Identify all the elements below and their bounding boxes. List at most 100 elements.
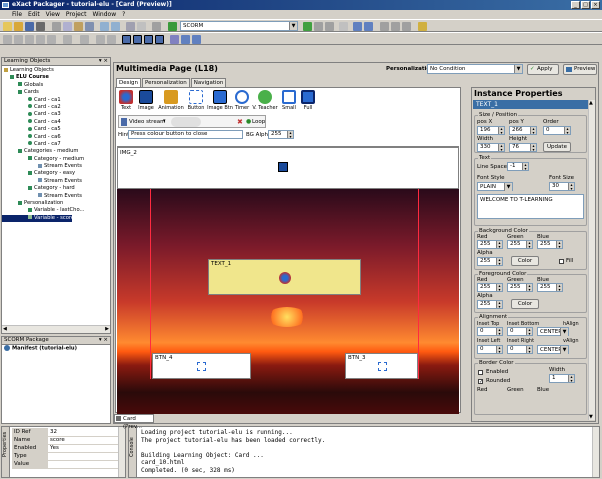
small-component[interactable]: Small — [280, 90, 298, 111]
save-icon[interactable] — [25, 22, 34, 31]
personalization-combo[interactable]: No Condition ▼ — [427, 64, 523, 74]
bg-red-input[interactable]: 255 ▴ ▾ — [477, 240, 503, 249]
distribute-icon[interactable] — [63, 35, 72, 44]
close-button[interactable]: × — [591, 1, 600, 9]
property-row[interactable]: Type — [12, 452, 118, 461]
width-input[interactable]: 330 ▴ ▾ — [477, 143, 505, 152]
redo-icon[interactable] — [111, 22, 120, 31]
property-row[interactable]: ID Ref 32 — [12, 428, 118, 437]
tree-item-personalization[interactable]: Personalization — [2, 200, 110, 207]
inset-left-input[interactable]: 0 ▴ ▾ — [477, 345, 503, 354]
tree-item-manifest[interactable]: Manifest (tutorial-elu) — [2, 345, 110, 352]
web-icon[interactable] — [391, 22, 400, 31]
arrow-right-icon[interactable] — [364, 22, 373, 31]
height-input[interactable]: 76 ▴ ▾ — [509, 143, 537, 152]
font-style-select[interactable]: PLAIN ▼ — [477, 182, 513, 191]
tree-item-root[interactable]: Learning Objects — [2, 67, 110, 74]
line-space-input[interactable]: -1 ▴ ▾ — [507, 162, 529, 171]
scorm-icon[interactable] — [168, 22, 177, 31]
tools-icon[interactable] — [402, 22, 411, 31]
undo-icon[interactable] — [100, 22, 109, 31]
properties-scrollbar[interactable] — [118, 427, 125, 477]
tree-item-stream-events[interactable]: Stream Events — [2, 193, 110, 200]
menu-project[interactable]: Project — [66, 10, 87, 19]
apply-button[interactable]: ✓ Apply — [527, 64, 559, 75]
paste-icon[interactable] — [74, 22, 83, 31]
tree-item-card[interactable]: Card - ca5 — [2, 126, 110, 133]
image-button-component[interactable]: Image Btn — [207, 90, 233, 111]
bg-green-input[interactable]: 255 ▴ ▾ — [507, 240, 533, 249]
scroll-left-icon[interactable]: ◀ — [3, 326, 7, 332]
fg-red-input[interactable]: 255 ▴ ▾ — [477, 283, 503, 292]
btn-4-element[interactable]: BTN_4 — [152, 353, 251, 379]
menu-edit[interactable]: Edit — [28, 10, 40, 19]
new-icon[interactable] — [3, 22, 12, 31]
fill-checkbox[interactable] — [559, 259, 564, 264]
refresh-icon[interactable] — [170, 35, 179, 44]
bg-color-button[interactable]: Color — [511, 256, 539, 266]
tree-item-categories[interactable]: Categories - medium — [2, 148, 110, 155]
font-size-input[interactable]: 30 ▴ ▾ — [549, 182, 575, 191]
forward-icon[interactable] — [192, 35, 201, 44]
property-row[interactable]: Value — [12, 460, 118, 469]
align-right-icon[interactable] — [25, 35, 34, 44]
close-icon[interactable]: ▾ × — [99, 337, 108, 344]
tree-item-category[interactable]: Category - medium — [2, 156, 110, 163]
tree-item-card[interactable]: Card - ca1 — [2, 97, 110, 104]
tree-item-card[interactable]: Card - ca3 — [2, 111, 110, 118]
img-2-element[interactable]: IMG_2 — [117, 147, 459, 189]
bg-blue-input[interactable]: 255 ▴ ▾ — [537, 240, 563, 249]
minimize-button[interactable]: _ — [571, 1, 580, 9]
border-width-input[interactable]: 1 ▴ ▾ — [549, 374, 575, 383]
fg-color-button[interactable]: Color — [511, 299, 539, 309]
video-stream-label[interactable]: Video stream — [129, 119, 165, 125]
full-component[interactable]: Full — [299, 90, 317, 111]
volume-slider[interactable] — [171, 117, 201, 127]
loop-label[interactable]: Loop — [252, 119, 265, 125]
animation-component[interactable]: Animation — [157, 90, 185, 111]
package-icon[interactable] — [303, 22, 312, 31]
find-icon[interactable] — [126, 22, 135, 31]
fg-green-input[interactable]: 255 ▴ ▾ — [507, 283, 533, 292]
order-input[interactable]: 0 ▴ ▾ — [543, 126, 571, 135]
horizontal-scrollbar[interactable]: ◀ ▶ — [2, 325, 110, 333]
align-center-icon[interactable] — [14, 35, 23, 44]
layout-2-icon[interactable] — [133, 35, 142, 44]
tree-item-stream-events[interactable]: Stream Events — [2, 163, 110, 170]
tree-item-category[interactable]: Category - easy — [2, 170, 110, 177]
scroll-right-icon[interactable]: ▶ — [105, 326, 109, 332]
close-icon[interactable]: ▾ × — [99, 58, 108, 65]
copy-icon[interactable] — [63, 22, 72, 31]
instance-properties-scrollbar[interactable]: ▲ ▼ — [588, 100, 595, 420]
pos-x-input[interactable]: 196 ▴ ▾ — [477, 126, 505, 135]
console-scrollbar[interactable] — [592, 427, 599, 477]
bg-alpha-input[interactable]: 255 ▴ ▾ — [268, 130, 294, 139]
scorm-combo[interactable]: SCORM ▼ — [180, 21, 298, 31]
back-icon[interactable] — [181, 35, 190, 44]
fg-alpha-field[interactable]: 255 ▴ ▾ — [477, 300, 503, 309]
btn-3-element[interactable]: BTN_3 — [345, 353, 418, 379]
menu-window[interactable]: Window — [92, 10, 116, 19]
rounded-checkbox[interactable]: ✓ — [478, 379, 483, 385]
card-preview-tab[interactable]: Card (Prev... — [114, 414, 154, 430]
fg-blue-input[interactable]: 255 ▴ ▾ — [537, 283, 563, 292]
tree-item-globals[interactable]: Globals — [2, 82, 110, 89]
page-icon[interactable] — [339, 22, 348, 31]
open-folder-icon[interactable] — [14, 22, 23, 31]
validate-icon[interactable] — [314, 22, 323, 31]
inset-right-input[interactable]: 0 ▴ ▾ — [507, 345, 533, 354]
home-icon[interactable] — [380, 22, 389, 31]
bg-alpha-field[interactable]: 255 ▴ ▾ — [477, 257, 503, 266]
tree-item-variable-selected[interactable]: Variable - score — [2, 214, 74, 223]
print-icon[interactable] — [36, 22, 45, 31]
align-left-icon[interactable] — [3, 35, 12, 44]
tree-item-variable[interactable]: Variable - lastCho... — [2, 207, 110, 214]
menu-file[interactable]: File — [12, 10, 22, 19]
preview-button[interactable]: Preview — [563, 64, 597, 75]
tree-item-card[interactable]: Card - ca4 — [2, 119, 110, 126]
menu-view[interactable]: View — [46, 10, 60, 19]
replace-icon[interactable] — [137, 22, 146, 31]
maximize-button[interactable]: □ — [581, 1, 590, 9]
halign-select[interactable]: CENTER ▼ — [537, 327, 569, 336]
spinner-icon[interactable]: ▴ ▾ — [287, 131, 293, 138]
